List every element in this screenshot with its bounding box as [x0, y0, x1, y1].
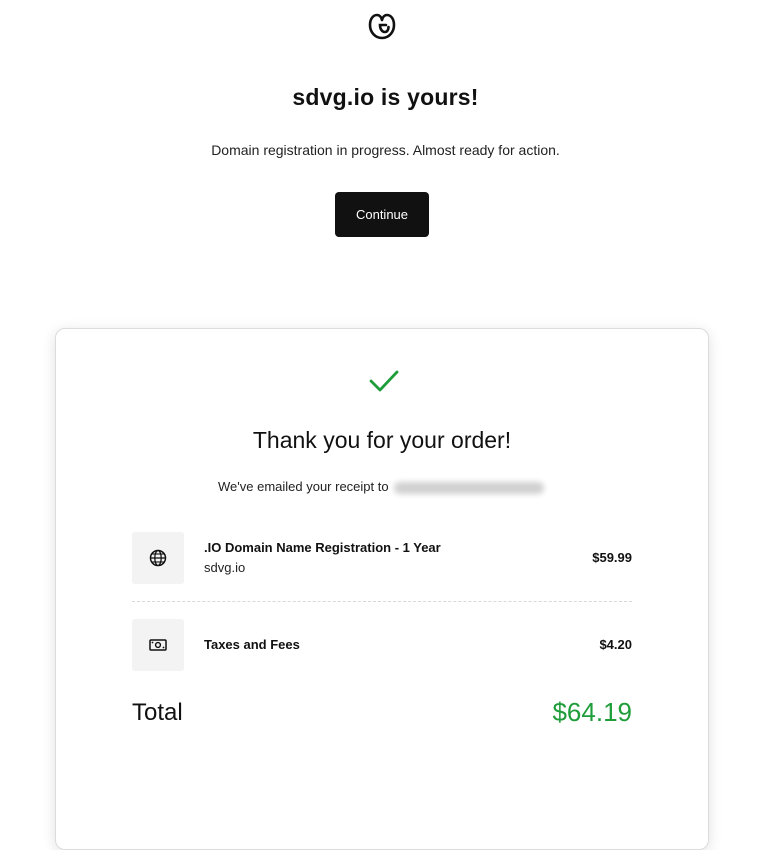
item-icon-box	[132, 619, 184, 671]
item-price: $59.99	[592, 550, 632, 565]
receipt-text: We've emailed your receipt to	[218, 479, 389, 494]
money-icon	[149, 639, 167, 651]
total-value: $64.19	[552, 697, 632, 727]
item-domain: sdvg.io	[204, 560, 246, 575]
item-icon-box	[132, 532, 184, 584]
total-label: Total	[132, 699, 183, 726]
receipt-notice: We've emailed your receipt to	[218, 479, 545, 494]
item-name: Taxes and Fees	[204, 637, 300, 652]
godaddy-logo-icon	[366, 11, 398, 41]
page-title: sdvg.io is yours!	[292, 84, 479, 110]
order-thank-you-title: Thank you for your order!	[252, 427, 512, 453]
continue-button[interactable]: Continue	[335, 192, 429, 237]
checkmark-icon	[369, 369, 399, 393]
item-divider	[132, 601, 632, 602]
globe-icon	[149, 549, 167, 567]
redacted-email	[394, 481, 545, 494]
item-name: .IO Domain Name Registration - 1 Year	[204, 540, 441, 555]
order-summary-card: Thank you for your order! We've emailed …	[55, 328, 709, 850]
item-price: $4.20	[599, 637, 632, 652]
page-subtitle: Domain registration in progress. Almost …	[211, 142, 560, 158]
